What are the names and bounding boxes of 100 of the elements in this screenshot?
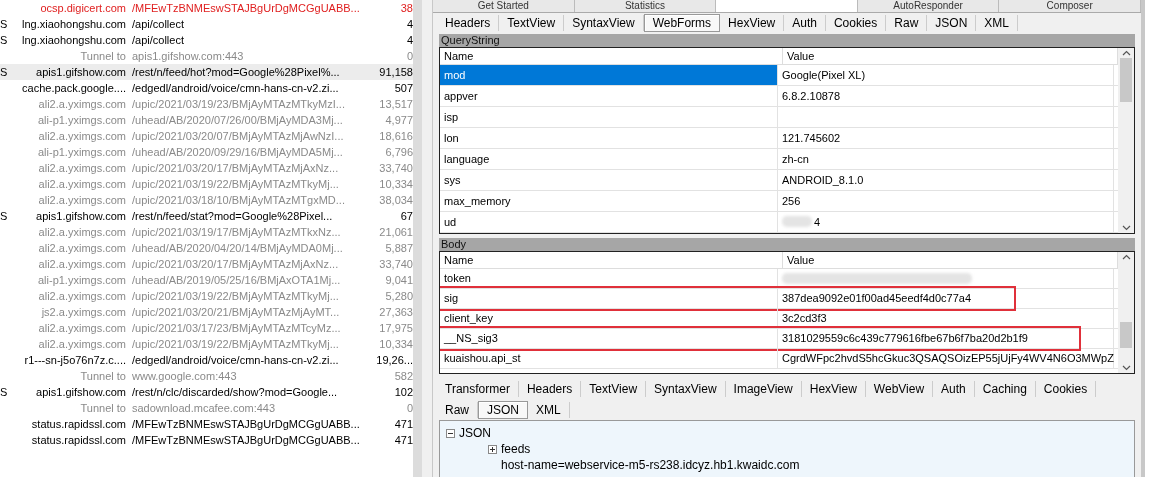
- table-cell[interactable]: ali2.a.yximgs.com: [10, 242, 126, 254]
- table-cell[interactable]: max_memory: [440, 190, 778, 211]
- table-cell[interactable]: /upic/2021/03/19/23/BMjAyMTAzMTkyMzI...: [132, 98, 376, 110]
- table-cell[interactable]: ali-p1.yximgs.com: [10, 114, 126, 126]
- tab[interactable]: Headers: [518, 380, 582, 397]
- table-cell[interactable]: /MFEwTzBNMEswSTAJBgUrDgMCGgUABB...: [132, 418, 376, 430]
- table-cell[interactable]: __NS_sig3: [440, 329, 778, 349]
- table-cell[interactable]: ali2.a.yximgs.com: [10, 226, 126, 238]
- table-cell[interactable]: status.rapidssl.com: [10, 418, 126, 430]
- table-cell[interactable]: /api/collect: [132, 18, 376, 30]
- tab[interactable]: SyntaxView: [564, 15, 644, 32]
- table-cell[interactable]: /upic/2021/03/20/17/BMjAyMTAzMjAxNz...: [132, 258, 376, 270]
- table-cell[interactable]: ali2.a.yximgs.com: [10, 290, 126, 302]
- tree-node[interactable]: host-name=webservice-m5-rs238.idcyz.hb1.kwaidc.com: [501, 458, 800, 472]
- table-cell[interactable]: r1---sn-j5o76n7z.c....: [10, 354, 126, 366]
- table-cell[interactable]: /edgedl/android/voice/cmn-hans-cn-v2.zi...: [132, 82, 376, 94]
- tree-node[interactable]: JSON: [459, 426, 491, 440]
- tab[interactable]: ImageView: [725, 380, 802, 397]
- table-cell[interactable]: /upic/2021/03/19/22/BMjAyMTAzMTkyMj...: [132, 178, 376, 190]
- tab[interactable]: HexView: [801, 380, 866, 397]
- tab[interactable]: TextView: [581, 380, 647, 397]
- tab[interactable]: HexView: [720, 15, 785, 32]
- table-cell[interactable]: ali2.a.yximgs.com: [10, 130, 126, 142]
- table-cell[interactable]: language: [440, 148, 778, 169]
- table-cell[interactable]: js2.a.yximgs.com: [10, 306, 126, 318]
- table-cell[interactable]: apis1.gifshow.com:443: [132, 50, 376, 62]
- table-cell[interactable]: /MFEwTzBNMEswSTAJBgUrDgMCGgUABB...: [132, 2, 376, 14]
- table-cell[interactable]: /uhead/AB/2020/07/26/00/BMjAyMDA3Mj...: [132, 114, 376, 126]
- table-cell[interactable]: token: [440, 269, 778, 289]
- table-cell[interactable]: ali2.a.yximgs.com: [10, 258, 126, 270]
- tab[interactable]: JSON: [927, 15, 977, 32]
- table-cell[interactable]: ali2.a.yximgs.com: [10, 162, 126, 174]
- table-cell: 3c2cd3f3: [778, 309, 1114, 329]
- table-cell[interactable]: /upic/2021/03/18/10/BMjAyMTAzMTgxMD...: [132, 194, 376, 206]
- table-cell[interactable]: www.google.com:443: [132, 370, 376, 382]
- table-cell[interactable]: /rest/n/clc/discarded/show?mod=Google...: [132, 386, 376, 398]
- table-cell[interactable]: /upic/2021/03/20/07/BMjAyMTAzMjAwNzI...: [132, 130, 376, 142]
- tab[interactable]: Caching: [974, 380, 1036, 397]
- tab[interactable]: Raw: [886, 15, 928, 32]
- table-cell[interactable]: /uhead/AB/2020/09/29/16/BMjAyMDA5Mj...: [132, 146, 376, 158]
- table-cell[interactable]: ali2.a.yximgs.com: [10, 322, 126, 334]
- table-cell[interactable]: /upic/2021/03/20/21/BMjAyMTAzMjAyMT...: [132, 306, 376, 318]
- table-cell[interactable]: /uhead/AB/2020/04/20/14/BMjAyMDA0Mj...: [132, 242, 376, 254]
- table-cell[interactable]: lng.xiaohongshu.com: [10, 34, 126, 46]
- table-cell[interactable]: ali2.a.yximgs.com: [10, 338, 126, 350]
- table-cell[interactable]: /upic/2021/03/19/22/BMjAyMTAzMTkyMj...: [132, 290, 376, 302]
- table-cell[interactable]: apis1.gifshow.com: [10, 386, 126, 398]
- table-cell[interactable]: status.rapidssl.com: [10, 434, 126, 446]
- table-cell[interactable]: sys: [440, 169, 778, 190]
- tab[interactable]: XML: [976, 15, 1018, 32]
- table-cell[interactable]: apis1.gifshow.com: [10, 66, 126, 78]
- table-cell[interactable]: lon: [440, 127, 778, 148]
- table-cell[interactable]: ali2.a.yximgs.com: [10, 194, 126, 206]
- table-cell[interactable]: sadownload.mcafee.com:443: [132, 402, 376, 414]
- tab[interactable]: WebView: [865, 380, 934, 397]
- table-cell[interactable]: appver: [440, 85, 778, 106]
- table-cell[interactable]: ali-p1.yximgs.com: [10, 274, 126, 286]
- tab[interactable]: XML: [528, 401, 570, 418]
- table-cell[interactable]: /upic/2021/03/19/22/BMjAyMTAzMTkyMj...: [132, 338, 376, 350]
- tab[interactable]: Headers: [437, 15, 500, 32]
- table-cell[interactable]: /uhead/AB/2019/05/25/16/BMjAxOTA1Mj...: [132, 274, 376, 286]
- table-cell[interactable]: ocsp.digicert.com: [10, 2, 126, 14]
- table-cell[interactable]: Tunnel to: [10, 50, 126, 62]
- table-cell[interactable]: /rest/n/feed/stat?mod=Google%28Pixel...: [132, 210, 376, 222]
- table-cell[interactable]: ud: [440, 211, 778, 232]
- tab[interactable]: Transformer: [437, 380, 519, 397]
- table-cell[interactable]: cache.pack.google....: [10, 82, 126, 94]
- table-cell[interactable]: Tunnel to: [10, 370, 126, 382]
- table-cell[interactable]: ali2.a.yximgs.com: [10, 178, 126, 190]
- table-cell[interactable]: /api/collect: [132, 34, 376, 46]
- table-cell[interactable]: ali-p1.yximgs.com: [10, 146, 126, 158]
- tab[interactable]: SyntaxView: [646, 380, 726, 397]
- section-header: QueryString: [439, 33, 1135, 47]
- table-cell[interactable]: apis1.gifshow.com: [10, 210, 126, 222]
- table-cell[interactable]: /upic/2021/03/17/23/BMjAyMTAzMTcyMz...: [132, 322, 376, 334]
- table-cell[interactable]: /upic/2021/03/20/17/BMjAyMTAzMjAxNz...: [132, 162, 376, 174]
- tab[interactable]: WebForms: [643, 14, 721, 33]
- table-cell[interactable]: lng.xiaohongshu.com: [10, 18, 126, 30]
- table-cell[interactable]: /MFEwTzBNMEswSTAJBgUrDgMCGgUABB...: [132, 434, 376, 446]
- tab[interactable]: Auth: [933, 380, 975, 397]
- table-cell[interactable]: kuaishou.api_st: [440, 349, 778, 369]
- column-header[interactable]: Name: [440, 47, 783, 64]
- table-cell[interactable]: client_key: [440, 309, 778, 329]
- column-header[interactable]: Name: [440, 252, 783, 269]
- tab[interactable]: JSON: [478, 400, 529, 419]
- table-cell-text: 471: [393, 418, 413, 430]
- table-cell[interactable]: mod: [440, 64, 778, 85]
- table-cell: 256: [778, 190, 1114, 211]
- table-cell[interactable]: /edgedl/android/voice/cmn-hans-cn-v2.zi...: [132, 354, 376, 366]
- tab[interactable]: Auth: [784, 15, 826, 32]
- tab[interactable]: Cookies: [1035, 380, 1097, 397]
- tab[interactable]: TextView: [499, 15, 565, 32]
- tab[interactable]: Cookies: [825, 15, 887, 32]
- tree-node[interactable]: feeds: [501, 442, 531, 456]
- table-cell[interactable]: /upic/2021/03/19/17/BMjAyMTAzMTkxNz...: [132, 226, 376, 238]
- table-cell[interactable]: Tunnel to: [10, 402, 126, 414]
- table-cell[interactable]: sig: [440, 289, 778, 309]
- table-cell[interactable]: ali2.a.yximgs.com: [10, 98, 126, 110]
- table-cell[interactable]: isp: [440, 106, 778, 127]
- table-cell[interactable]: /rest/n/feed/hot?mod=Google%28Pixel%...: [132, 66, 376, 78]
